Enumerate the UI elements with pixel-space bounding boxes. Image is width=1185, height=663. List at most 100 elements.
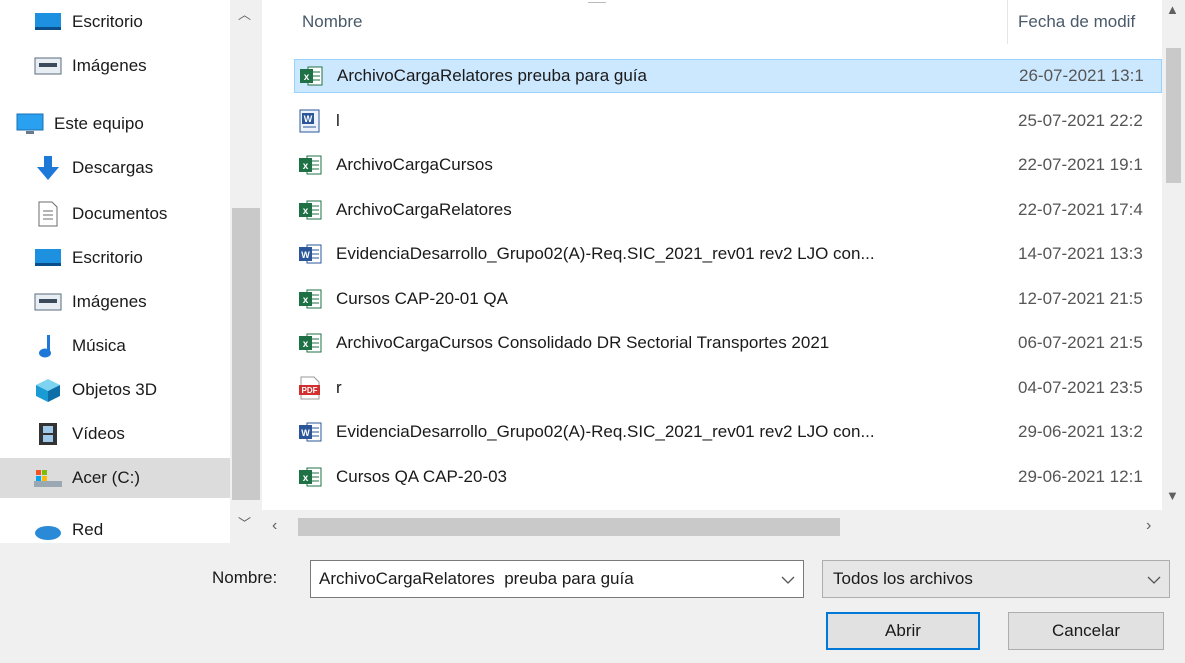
column-header-date[interactable]: Fecha de modif [1018, 12, 1135, 32]
sidebar-item[interactable]: Música [0, 326, 230, 366]
desktop-folder-icon [32, 245, 64, 271]
sidebar-item-label: Escritorio [72, 12, 143, 31]
sidebar-item[interactable]: Vídeos [0, 414, 230, 454]
sidebar-item[interactable]: Acer (C:) [0, 458, 230, 498]
horizontal-scroll-thumb[interactable] [298, 518, 840, 536]
pictures-folder-icon [32, 53, 64, 79]
chevron-down-icon[interactable] [1147, 570, 1161, 590]
navigation-scrollbar[interactable]: ︿ ﹀ [230, 0, 262, 543]
sidebar-item-label: Imágenes [72, 292, 147, 311]
file-row[interactable]: x ArchivoCargaCursos Consolidado DR Secto… [294, 326, 1162, 360]
column-header-name[interactable]: Nombre [302, 12, 362, 32]
sidebar-item[interactable]: Imágenes [0, 46, 230, 86]
word-file-icon: W [298, 109, 324, 133]
excel-file-icon: x [298, 153, 324, 177]
file-name: r [336, 377, 342, 397]
sidebar-item-label: Música [72, 336, 126, 355]
sidebar-item[interactable]: Escritorio [0, 238, 230, 278]
file-name: ArchivoCargaCursos Consolidado DR Sector… [336, 333, 830, 352]
open-button[interactable]: Abrir [826, 612, 980, 650]
cancel-button[interactable]: Cancelar [1008, 612, 1164, 650]
sidebar-item-label: Escritorio [72, 248, 143, 267]
filetype-select[interactable]: Todos los archivos [822, 560, 1170, 598]
excel-file-icon: x [299, 64, 325, 88]
chevron-down-icon[interactable] [781, 570, 795, 590]
scroll-down-icon[interactable]: ﹀ [238, 513, 251, 532]
sidebar-item[interactable]: Objetos 3D [0, 370, 230, 410]
file-list-horizontal-scrollbar[interactable]: ‹ › [262, 510, 1185, 543]
sidebar-item[interactable]: Este equipo [0, 104, 230, 144]
filetype-value: Todos los archivos [833, 569, 973, 588]
scroll-up-icon[interactable]: ︿ [238, 4, 251, 23]
file-date: 29-06-2021 12:1 [1018, 466, 1143, 486]
file-row[interactable]: PDF r 04-07-2021 23:5 [294, 371, 1162, 405]
word-file-icon: W [298, 420, 324, 444]
file-date: 22-07-2021 19:1 [1018, 155, 1143, 174]
vertical-scroll-thumb[interactable] [1166, 48, 1181, 183]
file-date: 06-07-2021 21:5 [1018, 333, 1143, 352]
sidebar-item-label: Vídeos [72, 424, 125, 443]
file-name: l [336, 110, 340, 130]
file-date: 14-07-2021 13:3 [1018, 244, 1143, 263]
file-date: 26-07-2021 13:1 [1019, 66, 1144, 85]
file-name: Cursos QA CAP-20-03 [336, 466, 508, 486]
sidebar-item-label: Descargas [72, 158, 154, 177]
pdf-file-icon: PDF [298, 376, 324, 400]
sort-indicator-icon [588, 0, 606, 3]
file-row[interactable]: x ArchivoCargaRelatores preuba para guía 2… [294, 59, 1162, 93]
file-row[interactable]: Wl 25-07-2021 22:2 [294, 104, 1162, 138]
svg-text:x: x [303, 473, 309, 484]
file-row[interactable]: x Cursos QA CAP-20-03 29-06-2021 12:1 [294, 460, 1162, 494]
word-file-icon: W [298, 242, 324, 266]
excel-file-icon: x [298, 198, 324, 222]
filename-label: Nombre: [212, 568, 278, 587]
file-date: 25-07-2021 22:2 [1018, 110, 1143, 130]
svg-text:x: x [303, 206, 309, 217]
downloads-arrow-icon [32, 155, 64, 181]
file-row[interactable]: x ArchivoCargaRelatores 22-07-2021 17:4 [294, 193, 1162, 227]
sidebar-item[interactable]: Imágenes [0, 282, 230, 322]
sidebar-item-label: Objetos 3D [72, 380, 158, 399]
scroll-down-icon[interactable]: ▼ [1166, 488, 1179, 503]
navigation-pane[interactable]: Escritorio Imágenes Este equipo Descargas Do… [0, 0, 262, 543]
file-row[interactable]: W EvidenciaDesarrollo_Grupo02(A)-Req.SIC_… [294, 237, 1162, 271]
file-row[interactable]: W EvidenciaDesarrollo_Grupo02(A)-Req.SIC_… [294, 415, 1162, 449]
desktop-folder-icon [32, 9, 64, 35]
network-icon [32, 517, 64, 543]
sidebar-item[interactable]: Escritorio [0, 2, 230, 42]
column-divider[interactable] [1007, 0, 1008, 44]
scroll-left-icon[interactable]: ‹ [272, 517, 277, 535]
file-date: 29-06-2021 13:2 [1018, 422, 1143, 441]
pictures-folder-icon [32, 289, 64, 315]
file-list-vertical-scrollbar[interactable]: ▲ ▼ [1162, 0, 1185, 510]
file-name: EvidenciaDesarrollo_Grupo02(A)-Req.SIC_2… [336, 422, 875, 441]
sidebar-item[interactable]: Red [0, 510, 230, 543]
file-date: 04-07-2021 23:5 [1018, 377, 1143, 397]
svg-text:x: x [304, 72, 310, 83]
file-name: ArchivoCargaRelatores preuba para guía [337, 66, 647, 85]
videos-film-icon [32, 421, 64, 447]
file-date: 12-07-2021 21:5 [1018, 288, 1143, 308]
excel-file-icon: x [298, 465, 324, 489]
this-pc-icon [14, 111, 46, 137]
scroll-right-icon[interactable]: › [1146, 517, 1151, 535]
sidebar-item-label: Acer (C:) [72, 468, 140, 487]
svg-text:W: W [301, 428, 310, 438]
scroll-up-icon[interactable]: ▲ [1166, 2, 1179, 17]
file-row[interactable]: x ArchivoCargaCursos 22-07-2021 19:1 [294, 148, 1162, 182]
file-list[interactable]: Nombre Fecha de modif x ArchivoCargaRelat… [262, 0, 1185, 543]
navigation-scroll-thumb[interactable] [232, 208, 260, 500]
file-row[interactable]: x Cursos CAP-20-01 QA 12-07-2021 21:5 [294, 282, 1162, 316]
column-header: Nombre Fecha de modif [262, 0, 1162, 44]
sidebar-item[interactable]: Descargas [0, 148, 230, 188]
excel-file-icon: x [298, 331, 324, 355]
svg-text:W: W [301, 250, 310, 260]
sidebar-item-label: Documentos [72, 204, 168, 223]
sidebar-item[interactable]: Documentos [0, 194, 230, 234]
music-note-icon [32, 333, 64, 359]
svg-text:x: x [303, 339, 309, 350]
filename-combobox[interactable] [310, 560, 804, 598]
3d-objects-icon [32, 377, 64, 403]
file-name: ArchivoCargaRelatores [336, 199, 512, 219]
filename-input[interactable] [317, 568, 761, 590]
